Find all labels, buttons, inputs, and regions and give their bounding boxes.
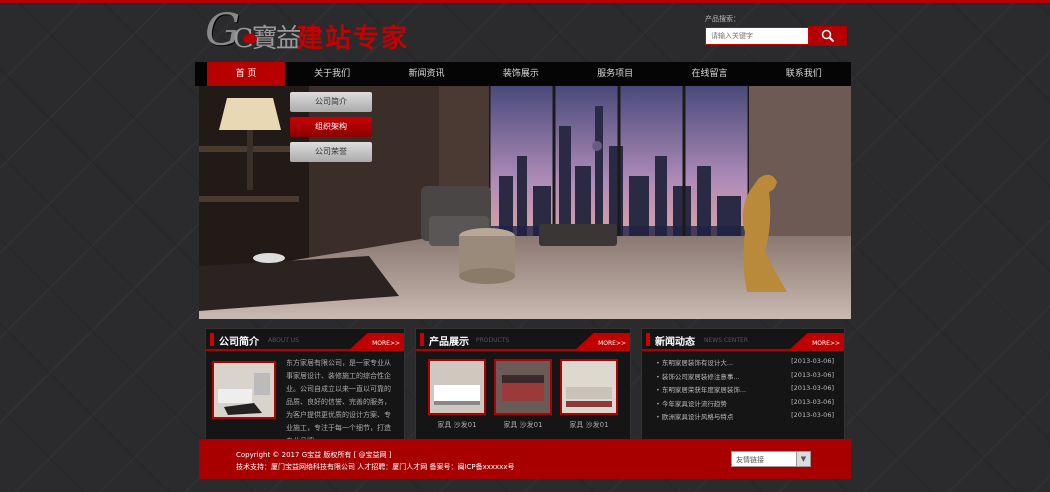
news-date: [2013-03-06] [791, 384, 834, 392]
header-bar-icon [420, 333, 424, 346]
list-item[interactable]: 东明家居装饰有设计大... [2013-03-06] [656, 357, 834, 371]
news-title[interactable]: 欧洲家具设计风格与特点 [656, 411, 734, 425]
about-text: 东方家居有限公司，是一家专业从事家居设计、装修施工的综合性企业。公司自成立以来一… [286, 359, 391, 445]
friend-links-select[interactable]: 友情链接 ▼ [731, 451, 811, 467]
list-item[interactable]: 装饰公司家居装修注意事... [2013-03-06] [656, 371, 834, 385]
about-panel: 公司简介 ABOUT US MORE>> 东方家居有限公司，是一家专业从事家居设… [205, 328, 405, 445]
panel-title: 产品展示 [429, 337, 469, 348]
product-item[interactable]: 家具 沙发01 [428, 359, 486, 430]
news-list: 东明家居装饰有设计大... [2013-03-06] 装饰公司家居装修注意事..… [656, 357, 834, 425]
about-more-link[interactable]: MORE>> [348, 333, 404, 351]
panel-header: 公司简介 ABOUT US MORE>> [206, 329, 404, 351]
list-item[interactable]: 东明家居荣获年度家居装饰... [2013-03-06] [656, 384, 834, 398]
nav-item-home[interactable]: 首 页 [207, 62, 285, 86]
panel-subtitle: ABOUT US [268, 337, 300, 344]
dropdown-item-honors[interactable]: 公司荣誉 [290, 142, 372, 162]
product-item[interactable]: 家具 沙发01 [494, 359, 552, 430]
header-bar-icon [210, 333, 214, 346]
news-date: [2013-03-06] [791, 411, 834, 419]
nav-item-message[interactable]: 在线留言 [662, 62, 756, 86]
product-image[interactable] [560, 359, 618, 415]
logo-seal-icon [243, 34, 257, 44]
banner-image: 公司简介 组织架构 公司荣誉 [199, 86, 851, 319]
news-title[interactable]: 东明家居装饰有设计大... [656, 357, 733, 371]
product-item[interactable]: 家具 沙发01 [560, 359, 618, 430]
news-panel: 新闻动态 NEWS CENTER MORE>> 东明家居装饰有设计大... [2… [641, 328, 845, 440]
product-image[interactable] [494, 359, 552, 415]
panel-subtitle: NEWS CENTER [704, 337, 749, 344]
product-image[interactable] [428, 359, 486, 415]
news-date: [2013-03-06] [791, 357, 834, 365]
news-date: [2013-03-06] [791, 397, 834, 406]
product-caption[interactable]: 家具 沙发01 [494, 420, 552, 430]
list-item[interactable]: 今年家具设计流行趋势 [2013-03-06] [656, 398, 834, 412]
search-label: 产品搜索： [705, 15, 740, 23]
product-caption[interactable]: 家具 沙发01 [428, 420, 486, 430]
nav-item-decoration[interactable]: 装饰展示 [474, 62, 568, 86]
products-more-link[interactable]: MORE>> [574, 333, 630, 351]
news-title[interactable]: 今年家具设计流行趋势 [656, 398, 727, 412]
about-dropdown-menu: 公司简介 组织架构 公司荣誉 [290, 92, 372, 167]
footer-support: 技术支持：厦门宝益网络科技有限公司 人才招聘：厦门人才网 备案号：闽ICP备xx… [236, 463, 515, 471]
dropdown-item-structure[interactable]: 组织架构 [290, 117, 372, 137]
list-item[interactable]: 欧洲家具设计风格与特点 [2013-03-06] [656, 411, 834, 425]
logo-slogan: 建站专家 [297, 24, 410, 54]
news-title[interactable]: 东明家居荣获年度家居装饰... [656, 384, 746, 398]
main-nav: 首 页 关于我们 新闻资讯 装饰展示 服务项目 在线留言 联系我们 [195, 62, 851, 86]
nav-item-news[interactable]: 新闻资讯 [379, 62, 473, 86]
search-button[interactable] [809, 26, 847, 46]
site-footer: Copyright © 2017 G宝益 版权所有 [ @宝益网 ] 技术支持：… [199, 439, 851, 479]
news-date: [2013-03-06] [791, 370, 834, 379]
footer-copyright: Copyright © 2017 G宝益 版权所有 [ @宝益网 ] [236, 451, 392, 459]
dropdown-item-profile[interactable]: 公司简介 [290, 92, 372, 112]
page-container: G G寶益 建站专家 产品搜索： 首 页 关于我们 新闻资讯 装饰展示 服务项目… [195, 0, 851, 492]
panel-title: 新闻动态 [655, 337, 695, 348]
panel-header: 产品展示 PRODUCTS MORE>> [416, 329, 630, 351]
nav-item-services[interactable]: 服务项目 [568, 62, 662, 86]
news-more-link[interactable]: MORE>> [788, 333, 844, 351]
panel-subtitle: PRODUCTS [476, 337, 510, 344]
about-thumbnail [212, 361, 276, 419]
nav-item-contact[interactable]: 联系我们 [757, 62, 851, 86]
header-bar-icon [646, 333, 650, 346]
panel-header: 新闻动态 NEWS CENTER MORE>> [642, 329, 844, 351]
news-title[interactable]: 装饰公司家居装修注意事... [656, 371, 740, 385]
nav-item-about[interactable]: 关于我们 [285, 62, 379, 86]
select-value: 友情链接 [736, 456, 764, 464]
panel-title: 公司简介 [219, 337, 259, 348]
chevron-down-icon[interactable]: ▼ [796, 452, 810, 466]
search-icon [821, 29, 835, 43]
site-logo[interactable]: G G寶益 建站专家 [205, 8, 415, 55]
products-panel: 产品展示 PRODUCTS MORE>> 家具 沙发01 家具 沙发01 家具 … [415, 328, 631, 440]
search-input[interactable] [705, 27, 809, 45]
product-caption[interactable]: 家具 沙发01 [560, 420, 618, 430]
